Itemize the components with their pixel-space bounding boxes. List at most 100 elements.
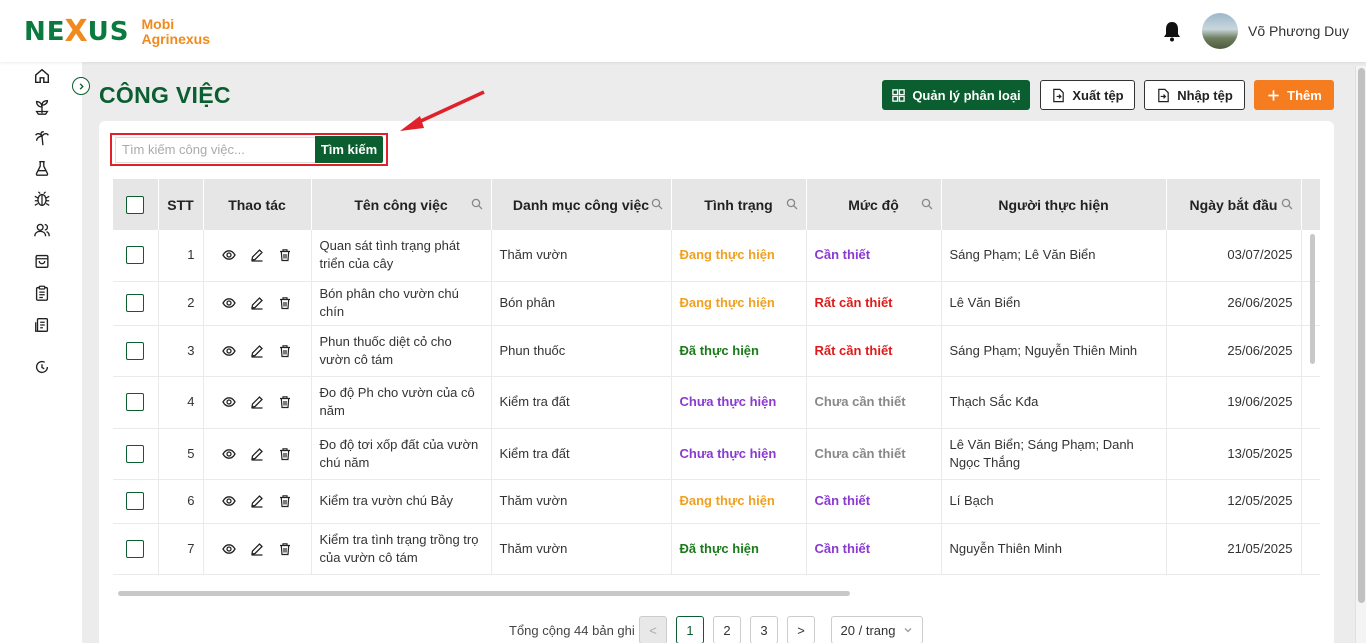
edit-pencil-icon[interactable] xyxy=(250,296,264,310)
table-horizontal-scrollbar[interactable] xyxy=(118,591,850,596)
row-stt: 3 xyxy=(158,325,204,377)
row-task-name: Đo độ tơi xốp đất của vườn chú năm xyxy=(311,428,492,480)
row-more xyxy=(1301,479,1320,524)
search-input[interactable] xyxy=(115,136,315,163)
search-icon[interactable] xyxy=(786,198,798,210)
manage-categories-button[interactable]: Quản lý phân loại xyxy=(882,80,1030,110)
view-eye-icon[interactable] xyxy=(222,248,236,262)
table-row[interactable]: 6 Kiểm tra vườn chú Bảy Thăm vườn Đang thực… xyxy=(113,479,1320,524)
row-start-date: 21/05/2025 xyxy=(1166,523,1302,575)
table-row[interactable]: 1 Quan sát tình trạng phát triển của cây T… xyxy=(113,230,1320,282)
page-2-button[interactable]: 2 xyxy=(713,616,741,643)
report-icon[interactable] xyxy=(32,315,52,335)
chevron-down-icon xyxy=(905,628,912,633)
delete-trash-icon[interactable] xyxy=(278,494,292,508)
search-icon[interactable] xyxy=(471,198,483,210)
edit-pencil-icon[interactable] xyxy=(250,447,264,461)
table-row[interactable]: 7 Kiểm tra tình trạng trồng trọ của vườn … xyxy=(113,523,1320,575)
row-select-cell xyxy=(113,428,159,480)
row-checkbox[interactable] xyxy=(126,444,145,463)
row-task-name: Phun thuốc diệt cỏ cho vườn cô tám xyxy=(311,325,492,377)
search-button[interactable]: Tìm kiếm xyxy=(315,136,383,163)
table-row[interactable]: 2 Bón phân cho vườn chú chín Bón phân Đang … xyxy=(113,281,1320,326)
row-checkbox[interactable] xyxy=(126,393,145,411)
table-vertical-scrollbar[interactable] xyxy=(1310,234,1315,364)
history-icon[interactable] xyxy=(32,357,52,377)
table-row[interactable]: 5 Đo độ tơi xốp đất của vườn chú năm Kiểm … xyxy=(113,428,1320,480)
delete-trash-icon[interactable] xyxy=(278,248,292,262)
view-eye-icon[interactable] xyxy=(222,395,236,409)
search-icon[interactable] xyxy=(651,198,663,210)
delete-trash-icon[interactable] xyxy=(278,542,292,556)
home-icon[interactable] xyxy=(32,66,52,86)
row-start-date: 03/07/2025 xyxy=(1166,230,1302,282)
row-category: Kiểm tra đất xyxy=(491,428,672,480)
page-size-select[interactable]: 20 / trang xyxy=(831,616,923,643)
prev-page-button[interactable]: < xyxy=(639,616,667,643)
grid-icon xyxy=(892,88,906,102)
row-category: Bón phân xyxy=(491,281,672,326)
row-level: Chưa cần thiết xyxy=(806,428,942,480)
avatar[interactable] xyxy=(1202,13,1238,49)
page-scrollbar[interactable] xyxy=(1355,66,1366,643)
row-select-cell xyxy=(113,230,159,282)
row-checkbox[interactable] xyxy=(126,246,145,265)
row-start-date: 13/05/2025 xyxy=(1166,428,1302,480)
bug-icon[interactable] xyxy=(32,189,52,209)
select-all-cell xyxy=(113,179,159,230)
delete-trash-icon[interactable] xyxy=(278,296,292,310)
view-eye-icon[interactable] xyxy=(222,296,236,310)
row-assignee: Lê Văn Biển xyxy=(941,281,1167,326)
row-more xyxy=(1301,376,1320,429)
table-row[interactable]: 3 Phun thuốc diệt cỏ cho vườn cô tám Phun … xyxy=(113,325,1320,377)
row-actions xyxy=(203,230,312,282)
add-button[interactable]: Thêm xyxy=(1254,80,1334,110)
edit-pencil-icon[interactable] xyxy=(250,395,264,409)
page-1-button[interactable]: 1 xyxy=(676,616,704,643)
edit-pencil-icon[interactable] xyxy=(250,494,264,508)
search-icon[interactable] xyxy=(921,198,933,210)
row-category: Kiểm tra đất xyxy=(491,376,672,429)
table-row[interactable]: 4 Đo độ Ph cho vườn của cô năm Kiểm tra đấ… xyxy=(113,376,1320,429)
view-eye-icon[interactable] xyxy=(222,447,236,461)
app-logo[interactable]: NE X US Mobi Agrinexus xyxy=(24,14,210,49)
clipboard-icon[interactable] xyxy=(32,283,52,303)
row-status: Đang thực hiện xyxy=(671,230,807,282)
collapse-sidebar-button[interactable] xyxy=(72,77,90,95)
search-icon[interactable] xyxy=(1281,198,1293,210)
next-page-button[interactable]: > xyxy=(787,616,815,643)
shopping-bag-icon[interactable] xyxy=(32,251,52,271)
delete-trash-icon[interactable] xyxy=(278,344,292,358)
select-all-checkbox[interactable] xyxy=(126,195,145,214)
row-checkbox[interactable] xyxy=(126,294,145,312)
edit-pencil-icon[interactable] xyxy=(250,248,264,262)
page-title: CÔNG VIỆC xyxy=(99,82,231,108)
flask-icon[interactable] xyxy=(32,158,52,178)
file-import-icon xyxy=(1158,88,1169,102)
row-checkbox[interactable] xyxy=(126,539,145,558)
page-scrollbar-thumb[interactable] xyxy=(1358,68,1365,603)
row-assignee: Nguyễn Thiên Minh xyxy=(941,523,1167,575)
view-eye-icon[interactable] xyxy=(222,494,236,508)
row-checkbox[interactable] xyxy=(126,492,145,510)
delete-trash-icon[interactable] xyxy=(278,395,292,409)
row-actions xyxy=(203,479,312,524)
palm-tree-icon[interactable] xyxy=(32,128,52,148)
users-icon[interactable] xyxy=(32,220,52,240)
view-eye-icon[interactable] xyxy=(222,344,236,358)
export-button[interactable]: Xuất tệp xyxy=(1040,80,1135,110)
bell-icon[interactable] xyxy=(1162,20,1182,42)
col-stt: STT xyxy=(158,179,204,230)
row-checkbox[interactable] xyxy=(126,341,145,360)
import-button[interactable]: Nhập tệp xyxy=(1144,80,1245,110)
row-start-date: 25/06/2025 xyxy=(1166,325,1302,377)
edit-pencil-icon[interactable] xyxy=(250,542,264,556)
delete-trash-icon[interactable] xyxy=(278,447,292,461)
user-name[interactable]: Võ Phương Duy xyxy=(1248,23,1349,39)
row-actions xyxy=(203,281,312,326)
view-eye-icon[interactable] xyxy=(222,542,236,556)
edit-pencil-icon[interactable] xyxy=(250,344,264,358)
seedling-icon[interactable] xyxy=(32,97,52,117)
row-stt: 2 xyxy=(158,281,204,326)
page-3-button[interactable]: 3 xyxy=(750,616,778,643)
